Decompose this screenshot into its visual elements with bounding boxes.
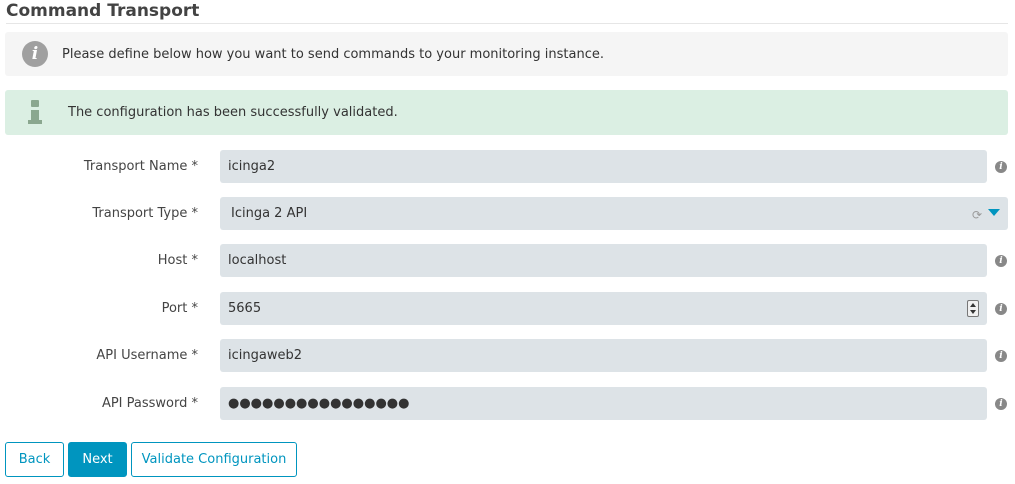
transport-name-input[interactable]: icinga2 xyxy=(220,150,987,183)
port-input[interactable]: 5665 xyxy=(220,292,987,325)
api-username-row: API Username * icingaweb2 i xyxy=(0,339,1015,373)
host-label: Host * xyxy=(157,253,198,268)
transport-name-label: Transport Name * xyxy=(83,159,198,174)
help-icon[interactable]: i xyxy=(995,350,1007,362)
validate-configuration-button[interactable]: Validate Configuration xyxy=(131,442,297,477)
port-row: Port * 5665 i xyxy=(0,292,1015,326)
success-message: The configuration has been successfully … xyxy=(5,90,1008,135)
refresh-icon: ⟳ xyxy=(972,208,983,222)
host-row: Host * localhost i xyxy=(0,244,1015,278)
help-icon[interactable]: i xyxy=(995,161,1007,173)
port-stepper[interactable] xyxy=(967,300,979,317)
next-button[interactable]: Next xyxy=(68,442,127,477)
help-icon[interactable]: i xyxy=(995,255,1007,267)
port-label: Port * xyxy=(161,301,198,316)
api-username-label: API Username * xyxy=(96,348,198,363)
api-username-input[interactable]: icingaweb2 xyxy=(220,339,987,372)
success-text: The configuration has been successfully … xyxy=(68,105,398,120)
chevron-down-icon[interactable] xyxy=(988,209,1000,216)
host-input[interactable]: localhost xyxy=(220,244,987,277)
transport-type-row: Transport Type * Icinga 2 API ⟳ xyxy=(0,197,1015,231)
port-value: 5665 xyxy=(228,301,262,316)
info-circle-icon: i xyxy=(22,41,48,67)
transport-type-select[interactable]: Icinga 2 API ⟳ xyxy=(220,197,1008,230)
api-password-label: API Password * xyxy=(101,396,198,411)
stepper-up-icon[interactable] xyxy=(970,303,976,307)
help-icon[interactable]: i xyxy=(995,303,1007,315)
hint-text: Please define below how you want to send… xyxy=(62,46,604,62)
transport-type-label: Transport Type * xyxy=(92,206,198,221)
api-password-row: API Password * ●●●●●●●●●●●●●●●● i xyxy=(0,387,1015,421)
stepper-down-icon[interactable] xyxy=(970,310,976,314)
hint-box: i Please define below how you want to se… xyxy=(5,32,1008,76)
page-title: Command Transport xyxy=(6,1,1008,24)
back-button[interactable]: Back xyxy=(5,442,64,477)
transport-name-row: Transport Name * icinga2 i xyxy=(0,150,1015,184)
info-icon xyxy=(28,99,42,126)
help-icon[interactable]: i xyxy=(995,398,1007,410)
transport-type-value: Icinga 2 API xyxy=(231,206,308,221)
api-password-input[interactable]: ●●●●●●●●●●●●●●●● xyxy=(220,387,987,420)
